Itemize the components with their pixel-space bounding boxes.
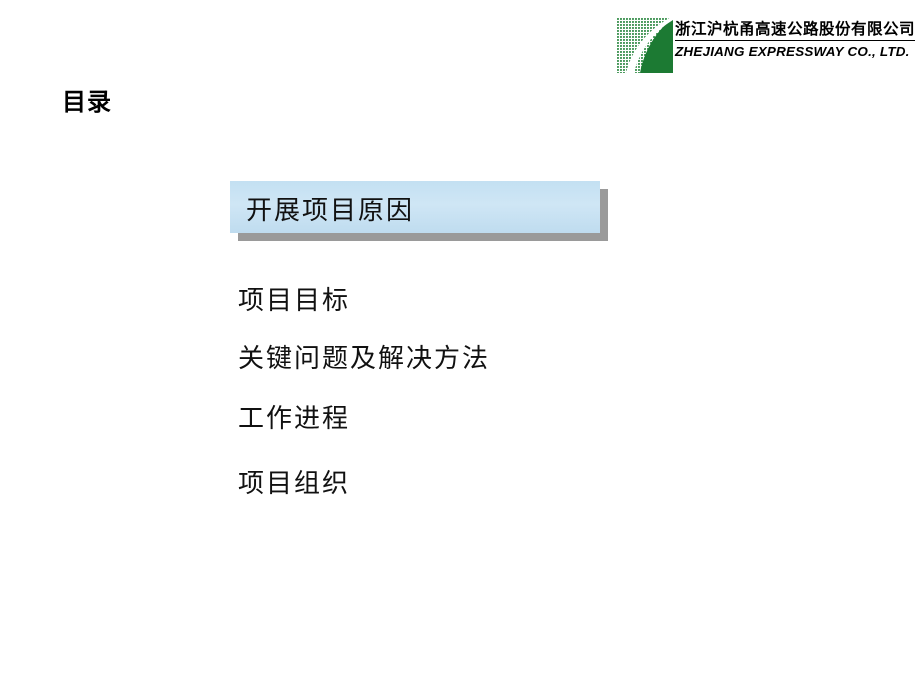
toc-item-project-goals[interactable]: 项目目标: [230, 280, 350, 317]
presentation-slide: 浙江沪杭甬高速公路股份有限公司 ZHEJIANG EXPRESSWAY CO.,…: [0, 0, 920, 690]
company-name-block: 浙江沪杭甬高速公路股份有限公司 ZHEJIANG EXPRESSWAY CO.,…: [675, 20, 916, 59]
company-logo: 浙江沪杭甬高速公路股份有限公司 ZHEJIANG EXPRESSWAY CO.,…: [615, 14, 916, 76]
expressway-road-logo-icon: [617, 18, 673, 73]
company-name-cn: 浙江沪杭甬高速公路股份有限公司: [675, 20, 916, 41]
page-title: 目录: [62, 88, 112, 116]
toc-item-work-progress[interactable]: 工作进程: [230, 398, 350, 435]
toc-item-highlighted[interactable]: 开展项目原因: [230, 181, 608, 241]
company-name-en: ZHEJIANG EXPRESSWAY CO., LTD.: [675, 44, 910, 59]
toc-item-label: 开展项目原因: [246, 196, 415, 226]
toc-item-key-issues[interactable]: 关键问题及解决方法: [230, 338, 490, 375]
toc-item-project-organization[interactable]: 项目组织: [230, 463, 350, 500]
